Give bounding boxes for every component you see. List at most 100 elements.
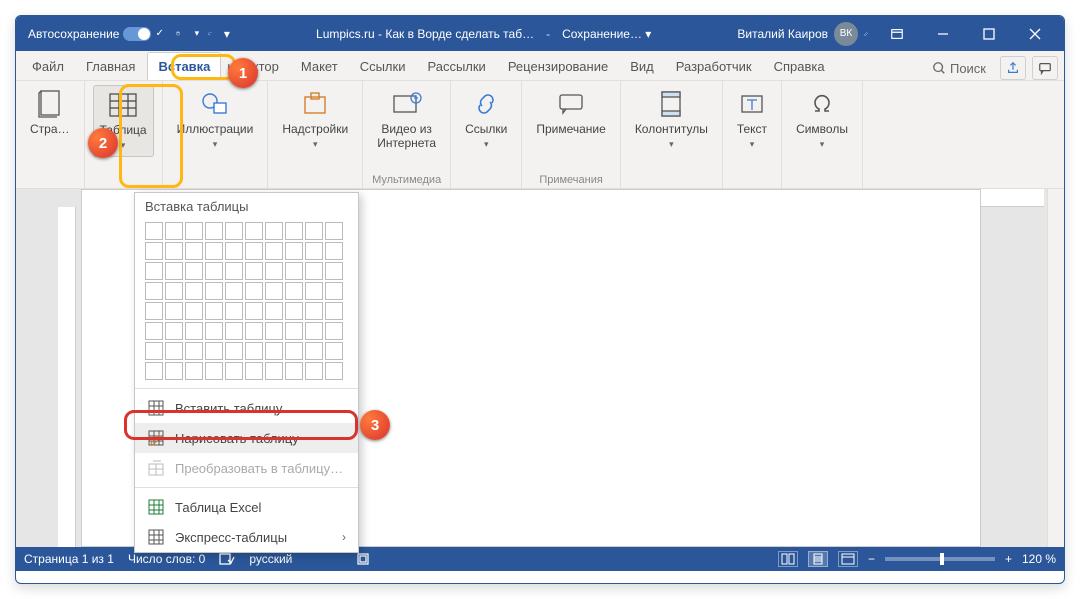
grid-cell[interactable] — [245, 342, 263, 360]
grid-cell[interactable] — [145, 362, 163, 380]
grid-cell[interactable] — [305, 242, 323, 260]
redo-icon[interactable] — [202, 26, 218, 42]
grid-cell[interactable] — [325, 222, 343, 240]
grid-cell[interactable] — [225, 342, 243, 360]
read-mode-icon[interactable] — [778, 551, 798, 567]
grid-cell[interactable] — [205, 302, 223, 320]
minimize-button[interactable] — [920, 16, 966, 51]
grid-cell[interactable] — [225, 262, 243, 280]
grid-cell[interactable] — [285, 322, 303, 340]
grid-cell[interactable] — [185, 262, 203, 280]
grid-cell[interactable] — [185, 242, 203, 260]
grid-cell[interactable] — [265, 222, 283, 240]
grid-cell[interactable] — [165, 342, 183, 360]
macro-icon[interactable] — [356, 552, 370, 566]
grid-cell[interactable] — [225, 242, 243, 260]
grid-cell[interactable] — [185, 282, 203, 300]
zoom-slider[interactable] — [885, 557, 995, 561]
table-size-grid[interactable] — [145, 222, 348, 380]
tab-home[interactable]: Главная — [76, 53, 145, 80]
grid-cell[interactable] — [325, 322, 343, 340]
tab-view[interactable]: Вид — [620, 53, 664, 80]
grid-cell[interactable] — [165, 262, 183, 280]
grid-cell[interactable] — [305, 262, 323, 280]
autosave-toggle[interactable]: Автосохранение ✓ — [22, 27, 170, 41]
grid-cell[interactable] — [205, 322, 223, 340]
spellcheck-icon[interactable] — [219, 552, 235, 566]
grid-cell[interactable] — [185, 322, 203, 340]
grid-cell[interactable] — [145, 302, 163, 320]
grid-cell[interactable] — [225, 362, 243, 380]
grid-cell[interactable] — [245, 262, 263, 280]
tab-layout[interactable]: Макет — [291, 53, 348, 80]
tab-file[interactable]: Файл — [22, 53, 74, 80]
grid-cell[interactable] — [145, 322, 163, 340]
grid-cell[interactable] — [245, 242, 263, 260]
grid-cell[interactable] — [245, 322, 263, 340]
pen-icon[interactable] — [858, 26, 874, 42]
vertical-ruler[interactable] — [58, 207, 76, 547]
vertical-scrollbar[interactable] — [1047, 189, 1064, 547]
grid-cell[interactable] — [325, 262, 343, 280]
addins-button[interactable]: Надстройки▾ — [276, 85, 354, 155]
grid-cell[interactable] — [165, 222, 183, 240]
grid-cell[interactable] — [225, 222, 243, 240]
grid-cell[interactable] — [245, 302, 263, 320]
tab-help[interactable]: Справка — [764, 53, 835, 80]
grid-cell[interactable] — [185, 302, 203, 320]
menu-quick-tables[interactable]: Экспресс-таблицы › — [135, 522, 358, 552]
grid-cell[interactable] — [165, 322, 183, 340]
share-button[interactable] — [1000, 56, 1026, 80]
grid-cell[interactable] — [225, 322, 243, 340]
search-input[interactable]: Поиск — [924, 57, 994, 80]
grid-cell[interactable] — [145, 282, 163, 300]
save-icon[interactable] — [170, 26, 186, 42]
grid-cell[interactable] — [305, 342, 323, 360]
grid-cell[interactable] — [305, 302, 323, 320]
zoom-value[interactable]: 120 % — [1022, 552, 1056, 566]
grid-cell[interactable] — [185, 362, 203, 380]
zoom-in-button[interactable]: + — [1005, 552, 1012, 566]
grid-cell[interactable] — [285, 242, 303, 260]
zoom-out-button[interactable]: − — [868, 552, 875, 566]
grid-cell[interactable] — [285, 282, 303, 300]
tab-references[interactable]: Ссылки — [350, 53, 416, 80]
grid-cell[interactable] — [165, 302, 183, 320]
grid-cell[interactable] — [225, 302, 243, 320]
grid-cell[interactable] — [205, 282, 223, 300]
comment-button[interactable]: Примечание — [530, 85, 611, 141]
video-button[interactable]: Видео из Интернета — [371, 85, 442, 155]
grid-cell[interactable] — [165, 242, 183, 260]
grid-cell[interactable] — [145, 242, 163, 260]
language-indicator[interactable]: русский — [249, 552, 292, 566]
symbols-button[interactable]: Символы▾ — [790, 85, 854, 155]
tab-mailings[interactable]: Рассылки — [417, 53, 495, 80]
grid-cell[interactable] — [325, 242, 343, 260]
grid-cell[interactable] — [165, 282, 183, 300]
grid-cell[interactable] — [285, 262, 303, 280]
word-count[interactable]: Число слов: 0 — [128, 552, 205, 566]
comments-button[interactable] — [1032, 56, 1058, 80]
grid-cell[interactable] — [325, 342, 343, 360]
grid-cell[interactable] — [285, 302, 303, 320]
text-button[interactable]: Текст▾ — [731, 85, 773, 155]
grid-cell[interactable] — [225, 282, 243, 300]
grid-cell[interactable] — [145, 342, 163, 360]
grid-cell[interactable] — [265, 322, 283, 340]
grid-cell[interactable] — [325, 362, 343, 380]
tab-review[interactable]: Рецензирование — [498, 53, 618, 80]
grid-cell[interactable] — [265, 282, 283, 300]
grid-cell[interactable] — [265, 262, 283, 280]
undo-icon[interactable]: ▾ — [186, 26, 202, 42]
pages-button[interactable]: Стра… — [24, 85, 76, 141]
grid-cell[interactable] — [245, 282, 263, 300]
menu-excel-table[interactable]: Таблица Excel — [135, 492, 358, 522]
close-button[interactable] — [1012, 16, 1058, 51]
menu-draw-table[interactable]: Нарисовать таблицу — [135, 423, 358, 453]
headers-button[interactable]: Колонтитулы▾ — [629, 85, 714, 155]
grid-cell[interactable] — [285, 222, 303, 240]
grid-cell[interactable] — [245, 222, 263, 240]
grid-cell[interactable] — [265, 342, 283, 360]
grid-cell[interactable] — [145, 222, 163, 240]
grid-cell[interactable] — [285, 362, 303, 380]
